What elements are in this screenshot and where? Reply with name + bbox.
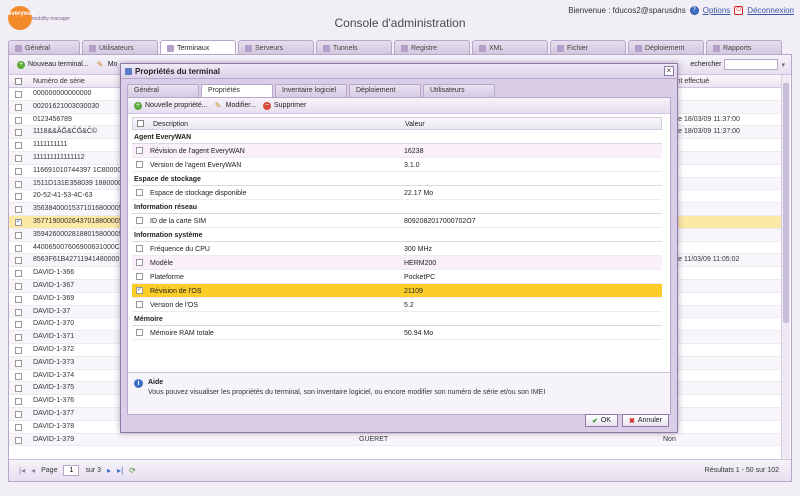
help-box: i Aide Vous pouvez visualiser les propri… <box>128 372 670 414</box>
property-description: Révision de l'OS <box>150 288 202 295</box>
help-title: Aide <box>148 379 164 386</box>
close-icon[interactable]: × <box>664 66 674 76</box>
group-title: Mémoire <box>134 316 163 323</box>
col-description-header[interactable]: Description <box>153 121 188 128</box>
button-label: Nouvelle propriété... <box>145 102 208 109</box>
cancel-icon: ✖ <box>628 417 635 425</box>
property-value: 5.2 <box>404 302 414 309</box>
dialog-tab-users[interactable]: Utilisateurs <box>423 84 495 97</box>
cancel-button[interactable]: ✖ Annuler <box>621 414 669 427</box>
dialog-tab-deployment[interactable]: Déploiement <box>349 84 421 97</box>
property-description: Modèle <box>150 260 173 267</box>
add-icon: + <box>134 101 142 110</box>
property-value: 3.1.0 <box>404 162 420 169</box>
property-row[interactable]: Espace de stockage disponible 22.17 Mo <box>132 186 662 200</box>
property-row[interactable]: Version de l'OS 5.2 <box>132 298 662 312</box>
property-row[interactable]: ✓ Révision de l'OS 21109 <box>132 284 662 298</box>
property-description: Révision de l'agent EveryWAN <box>150 148 245 155</box>
property-description: Version de l'OS <box>150 302 199 309</box>
row-checkbox[interactable] <box>136 217 143 224</box>
row-checkbox[interactable] <box>136 189 143 196</box>
property-description: Version de l'agent EveryWAN <box>150 162 242 169</box>
select-all-checkbox[interactable] <box>137 120 144 127</box>
edit-icon: ✎ <box>214 100 222 110</box>
terminal-properties-dialog: Propriétés du terminal × Général Proprié… <box>120 63 678 433</box>
row-checkbox[interactable] <box>136 301 143 308</box>
button-label: Annuler <box>637 417 662 424</box>
dialog-titlebar[interactable]: Propriétés du terminal <box>121 64 677 79</box>
property-row[interactable]: Mémoire RAM totale 50.94 Mo <box>132 326 662 340</box>
property-group[interactable]: Agent EveryWAN <box>132 130 662 144</box>
properties-grid-header: Description Valeur <box>132 117 662 130</box>
new-property-button[interactable]: + Nouvelle propriété... <box>134 101 208 110</box>
help-text: Vous pouvez visualiser les propriétés du… <box>148 389 546 396</box>
property-value: 22.17 Mo <box>404 190 434 197</box>
row-checkbox[interactable] <box>136 273 143 280</box>
button-label: Modifier... <box>225 102 257 109</box>
property-description: Mémoire RAM totale <box>150 330 214 337</box>
ok-button[interactable]: ✔ OK <box>584 414 618 427</box>
delete-property-button[interactable]: − Supprimer <box>263 101 307 110</box>
group-title: Information réseau <box>134 204 198 211</box>
col-value-header[interactable]: Valeur <box>405 121 425 128</box>
properties-panel: + Nouvelle propriété... ✎ Modifier... − Sup… <box>127 97 671 415</box>
property-value: 50.94 Mo <box>404 330 434 337</box>
group-title: Agent EveryWAN <box>134 134 192 141</box>
property-description: Espace de stockage disponible <box>150 190 247 197</box>
properties-toolbar: + Nouvelle propriété... ✎ Modifier... − Sup… <box>128 98 670 114</box>
property-row[interactable]: Version de l'agent EveryWAN 3.1.0 <box>132 158 662 172</box>
property-value: 16238 <box>404 148 424 155</box>
property-row[interactable]: ID de la carte SIM 8092082017000702O7 <box>132 214 662 228</box>
info-icon: i <box>134 379 143 388</box>
property-description: Fréquence du CPU <box>150 246 210 253</box>
row-checkbox[interactable] <box>136 161 143 168</box>
button-label: OK <box>600 417 611 424</box>
check-icon: ✔ <box>591 417 598 425</box>
window-icon <box>125 68 132 75</box>
row-checkbox[interactable] <box>136 245 143 252</box>
row-checkbox[interactable] <box>136 329 143 336</box>
property-description: ID de la carte SIM <box>150 218 207 225</box>
property-group[interactable]: Espace de stockage <box>132 172 662 186</box>
properties-grid-body: Agent EveryWAN Révision de l'agent EveryW… <box>132 130 662 340</box>
dialog-tab-general[interactable]: Général <box>127 84 199 97</box>
group-title: Espace de stockage <box>134 176 201 183</box>
property-value: 300 MHz <box>404 246 433 253</box>
property-value: PocketPC <box>404 274 436 281</box>
property-row[interactable]: Plateforme PocketPC <box>132 270 662 284</box>
property-group[interactable]: Information réseau <box>132 200 662 214</box>
property-row[interactable]: Modèle HERM200 <box>132 256 662 270</box>
group-title: Information système <box>134 232 203 239</box>
dialog-buttons: ✔ OK ✖ Annuler <box>584 414 669 427</box>
button-label: Supprimer <box>274 102 307 109</box>
modify-property-button[interactable]: ✎ Modifier... <box>214 100 257 110</box>
property-row[interactable]: Révision de l'agent EveryWAN 16238 <box>132 144 662 158</box>
property-value: HERM200 <box>404 260 437 267</box>
property-value: 8092082017000702O7 <box>404 218 476 225</box>
dialog-tab-software-inventory[interactable]: Inventaire logiciel <box>275 84 347 97</box>
property-group[interactable]: Information système <box>132 228 662 242</box>
property-value: 21109 <box>404 288 423 295</box>
property-group[interactable]: Mémoire <box>132 312 662 326</box>
property-description: Plateforme <box>150 274 184 281</box>
properties-grid: Description Valeur Agent EveryWAN Révisio… <box>132 117 662 340</box>
row-checkbox[interactable]: ✓ <box>136 287 143 294</box>
dialog-tab-bar: Général Propriétés Inventaire logiciel D… <box>127 84 495 97</box>
row-checkbox[interactable] <box>136 259 143 266</box>
property-row[interactable]: Fréquence du CPU 300 MHz <box>132 242 662 256</box>
row-checkbox[interactable] <box>136 147 143 154</box>
dialog-tab-properties[interactable]: Propriétés <box>201 84 273 97</box>
delete-icon: − <box>263 101 272 110</box>
dialog-title: Propriétés du terminal <box>135 67 220 76</box>
